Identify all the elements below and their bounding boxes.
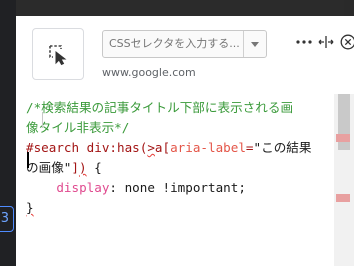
code-token: #search div:has( xyxy=(26,140,148,155)
element-picker-button[interactable] xyxy=(32,28,84,80)
indent-guide xyxy=(42,112,43,128)
css-editor-panel: www.google.com /*検索結果の記事タイトル下部に表示される画像タイ… xyxy=(16,16,354,266)
text-cursor xyxy=(27,152,29,168)
code-line: #search div:has(>a[aria-label="この結果 xyxy=(26,138,334,158)
code-token: : xyxy=(109,180,125,195)
code-line: } xyxy=(26,198,334,218)
code-token: } xyxy=(26,200,34,215)
code-line: display: none !important; xyxy=(26,178,334,198)
scrollbar-error-mark xyxy=(336,134,350,142)
dropdown-arrow-button[interactable] xyxy=(244,31,266,57)
background-page-left: 3 xyxy=(0,0,16,266)
selector-combobox[interactable] xyxy=(102,30,267,58)
code-line: 像タイル非表示*/ xyxy=(26,118,334,138)
editor-scrollbar[interactable] xyxy=(334,94,354,266)
code-token: の画像" xyxy=(26,160,72,175)
scrollbar-error-mark xyxy=(336,194,350,202)
code-token: { xyxy=(86,160,102,175)
cursor-select-icon xyxy=(49,45,67,66)
code-token: > xyxy=(147,140,155,155)
code-token: "この結果 xyxy=(253,140,312,155)
code-token: = xyxy=(245,140,254,155)
current-domain: www.google.com xyxy=(102,66,196,79)
code-line: /*検索結果の記事タイトル下部に表示される画 xyxy=(26,98,334,118)
code-token: aria-label xyxy=(170,140,246,155)
code-token: none !important xyxy=(124,180,239,195)
background-badge: 3 xyxy=(0,206,14,232)
code-token: ; xyxy=(238,180,246,195)
code-token: display xyxy=(26,180,110,195)
css-code-editor[interactable]: /*検索結果の記事タイトル下部に表示される画 像タイル非表示*/#search d… xyxy=(16,94,334,266)
code-token: ) xyxy=(78,160,87,175)
code-token: /*検索結果の記事タイトル下部に表示される画 xyxy=(26,100,294,115)
code-token: ] xyxy=(71,160,79,175)
selector-input[interactable] xyxy=(103,31,243,57)
more-options-icon[interactable] xyxy=(294,32,314,52)
chevron-down-icon xyxy=(251,41,259,47)
close-icon[interactable] xyxy=(338,32,354,52)
panel-header: www.google.com xyxy=(16,16,354,94)
code-token: a[ xyxy=(154,140,171,155)
resize-horizontal-icon[interactable] xyxy=(316,32,336,52)
code-line: の画像"]) { xyxy=(26,158,334,178)
